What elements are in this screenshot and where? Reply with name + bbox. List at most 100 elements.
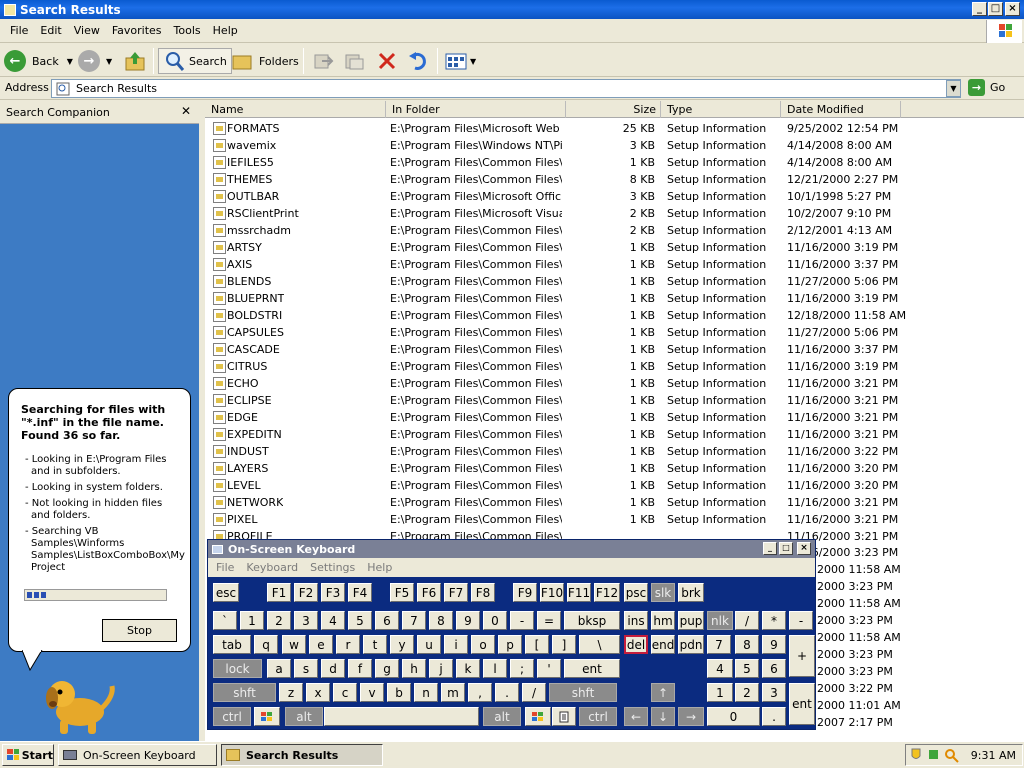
osk-key[interactable]: v [360, 683, 384, 702]
osk-key[interactable]: m [441, 683, 465, 702]
osk-key[interactable]: nlk [707, 611, 733, 630]
osk-key[interactable]: p [498, 635, 522, 654]
table-row[interactable]: IEFILES5 E:\Program Files\Common Files\..… [205, 154, 1024, 171]
osk-key[interactable]: F3 [321, 583, 345, 602]
osk-key[interactable]: 6 [762, 659, 786, 678]
osk-menu-help[interactable]: Help [367, 561, 392, 574]
osk-key[interactable]: F9 [513, 583, 537, 602]
move-to-button[interactable] [312, 48, 334, 74]
osk-key[interactable]: 2 [735, 683, 759, 702]
osk-close-button[interactable]: × [797, 542, 811, 555]
osk-key[interactable]: q [254, 635, 278, 654]
table-row[interactable]: BLUEPRNT E:\Program Files\Common Files\..… [205, 290, 1024, 307]
osk-key[interactable]: ent [564, 659, 620, 678]
osk-key[interactable]: ` [213, 611, 237, 630]
osk-key[interactable]: ctrl [213, 707, 251, 726]
osk-minimize-button[interactable]: _ [763, 542, 777, 555]
osk-key[interactable]: F11 [567, 583, 591, 602]
osk-key[interactable]: 3 [762, 683, 786, 702]
forward-button[interactable]: → ▼ [78, 48, 112, 74]
table-row[interactable]: THEMES E:\Program Files\Common Files\... 8… [205, 171, 1024, 188]
table-row[interactable]: AXIS E:\Program Files\Common Files\... 1 K… [205, 256, 1024, 273]
table-row[interactable]: LAYERS E:\Program Files\Common Files\... 1… [205, 460, 1024, 477]
folders-button[interactable]: Folders [231, 48, 299, 74]
osk-key[interactable]: shft [549, 683, 617, 702]
start-button[interactable]: Start [2, 744, 54, 766]
osk-key[interactable]: ↑ [651, 683, 675, 702]
osk-key[interactable]: F12 [594, 583, 620, 602]
table-row[interactable]: ECHO E:\Program Files\Common Files\... 1 K… [205, 375, 1024, 392]
osk-key[interactable]: alt [285, 707, 323, 726]
osk-key[interactable]: alt [483, 707, 521, 726]
osk-key[interactable]: n [414, 683, 438, 702]
osk-key[interactable]: shft [213, 683, 276, 702]
table-row[interactable]: BOLDSTRI E:\Program Files\Common Files\..… [205, 307, 1024, 324]
osk-key[interactable]: . [762, 707, 786, 726]
osk-key[interactable]: del [624, 635, 648, 654]
osk-key[interactable]: ent [789, 683, 815, 725]
osk-key[interactable]: o [471, 635, 495, 654]
osk-menu-keyboard[interactable]: Keyboard [246, 561, 298, 574]
osk-key[interactable]: lock [213, 659, 262, 678]
column-in-folder[interactable]: In Folder [386, 101, 566, 118]
osk-key[interactable]: . [495, 683, 519, 702]
table-row[interactable]: wavemix E:\Program Files\Windows NT\Pi...… [205, 137, 1024, 154]
table-row[interactable]: PIXEL E:\Program Files\Common Files\... 1 … [205, 511, 1024, 528]
osk-key[interactable]: - [510, 611, 534, 630]
osk-key[interactable]: t [363, 635, 387, 654]
osk-key[interactable]: , [468, 683, 492, 702]
osk-key[interactable]: = [537, 611, 561, 630]
search-dog-icon[interactable] [40, 672, 120, 738]
maximize-button[interactable]: □ [988, 2, 1003, 16]
osk-titlebar[interactable]: On-Screen Keyboard [208, 540, 815, 558]
osk-key[interactable]: 8 [735, 635, 759, 654]
window-titlebar[interactable]: Search Results [0, 0, 1024, 19]
menu-edit[interactable]: Edit [34, 24, 67, 37]
column-type[interactable]: Type [661, 101, 781, 118]
osk-key[interactable]: y [390, 635, 414, 654]
menu-help[interactable]: Help [207, 24, 244, 37]
osk-key[interactable]: r [336, 635, 360, 654]
osk-key[interactable]: / [735, 611, 759, 630]
osk-key[interactable]: ; [510, 659, 534, 678]
menu-favorites[interactable]: Favorites [106, 24, 168, 37]
osk-key[interactable]: b [387, 683, 411, 702]
undo-button[interactable] [407, 48, 429, 74]
table-row[interactable]: FORMATS E:\Program Files\Microsoft Web ..… [205, 120, 1024, 137]
osk-key[interactable]: end [651, 635, 675, 654]
table-row[interactable]: INDUST E:\Program Files\Common Files\... 1… [205, 443, 1024, 460]
osk-key[interactable]: f [348, 659, 372, 678]
osk-key[interactable]: ↓ [651, 707, 675, 726]
menu-file[interactable]: File [4, 24, 34, 37]
column-date-modified[interactable]: Date Modified [781, 101, 901, 118]
go-button[interactable]: → Go [968, 79, 1005, 96]
osk-key[interactable]: k [456, 659, 480, 678]
column-name[interactable]: Name [205, 101, 386, 118]
delete-button[interactable] [376, 48, 398, 74]
osk-key[interactable]: * [762, 611, 786, 630]
osk-key[interactable]: pup [678, 611, 704, 630]
table-row[interactable]: CITRUS E:\Program Files\Common Files\... 1… [205, 358, 1024, 375]
osk-key[interactable]: F8 [471, 583, 495, 602]
table-row[interactable]: EXPEDITN E:\Program Files\Common Files\..… [205, 426, 1024, 443]
osk-key[interactable]: c [333, 683, 357, 702]
osk-key[interactable]: j [429, 659, 453, 678]
table-row[interactable]: CAPSULES E:\Program Files\Common Files\..… [205, 324, 1024, 341]
osk-key[interactable]: h [402, 659, 426, 678]
osk-key[interactable]: F6 [417, 583, 441, 602]
osk-key[interactable]: 2 [267, 611, 291, 630]
menu-view[interactable]: View [68, 24, 106, 37]
osk-key[interactable]: 6 [375, 611, 399, 630]
search-button[interactable]: Search [158, 48, 232, 74]
views-button[interactable]: ▼ [444, 48, 476, 74]
osk-key[interactable]: g [375, 659, 399, 678]
osk-key[interactable]: F5 [390, 583, 414, 602]
taskbar-item-search-results[interactable]: Search Results [221, 744, 383, 766]
osk-menu-key[interactable] [552, 707, 576, 726]
taskbar-item-osk[interactable]: On-Screen Keyboard [58, 744, 217, 766]
table-row[interactable]: ARTSY E:\Program Files\Common Files\... 1 … [205, 239, 1024, 256]
osk-space-key[interactable] [324, 707, 479, 726]
address-dropdown-icon[interactable]: ▼ [946, 80, 961, 97]
osk-menu-file[interactable]: File [216, 561, 234, 574]
back-dropdown-icon[interactable]: ▼ [67, 57, 73, 66]
